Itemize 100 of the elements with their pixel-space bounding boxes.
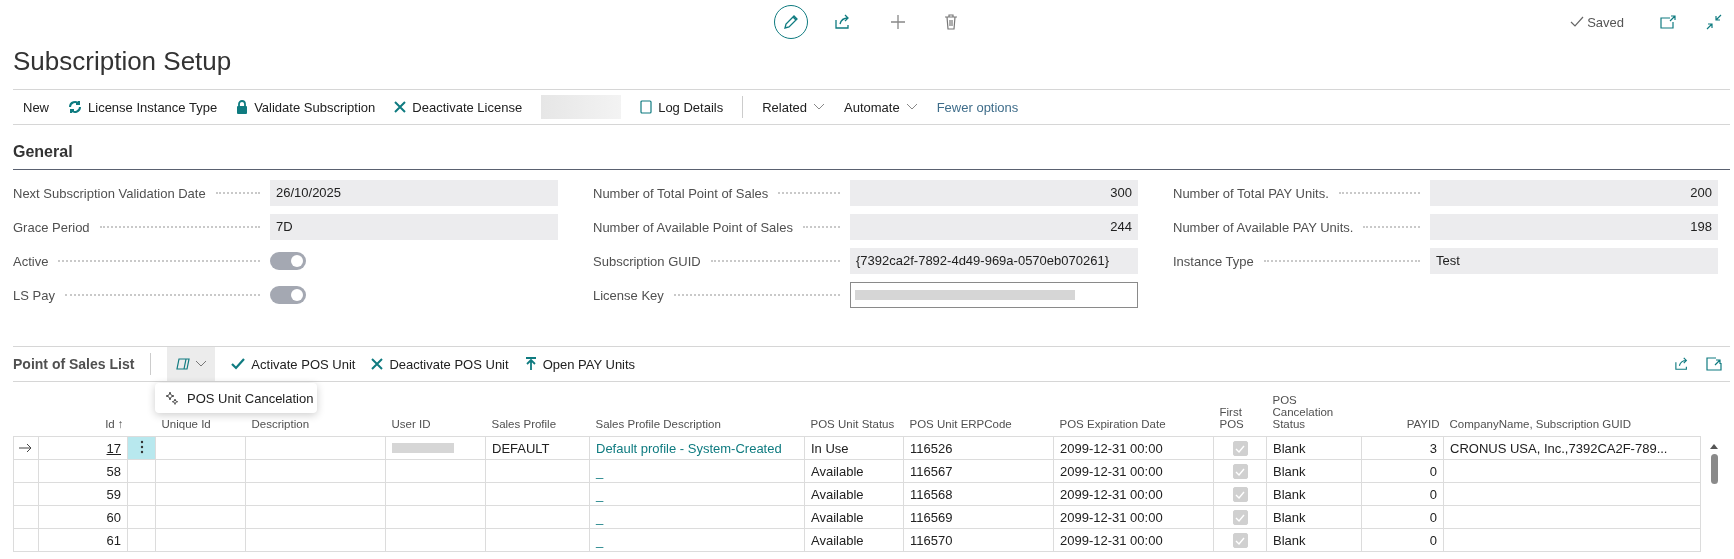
table-cell: Available — [811, 463, 864, 479]
field-label: LS Pay — [13, 287, 55, 303]
table-cell: Blank — [1273, 509, 1306, 525]
field-value: 200 — [1430, 180, 1718, 206]
table-cell: 3 — [1429, 440, 1437, 456]
table-cell: 116570 — [910, 532, 953, 548]
column-header[interactable]: POS Expiration Date — [1059, 418, 1166, 430]
table-cell: 116567 — [910, 463, 953, 479]
action-button[interactable]: Log Details — [640, 99, 724, 115]
collapse-icon[interactable] — [1706, 14, 1722, 30]
table-cell: 2099-12-31 00:00 — [1060, 440, 1163, 456]
action-button[interactable]: New — [23, 99, 49, 115]
check-icon — [1570, 16, 1585, 28]
table-cell: 59 — [106, 486, 121, 502]
pencil-icon — [782, 13, 800, 31]
layers-icon — [175, 357, 192, 371]
table-cell: 2099-12-31 00:00 — [1060, 463, 1163, 479]
field-label: Number of Available Point of Sales — [593, 219, 793, 235]
refresh-icon — [68, 100, 82, 114]
field-value: Test — [1430, 248, 1718, 274]
table-cell: 0 — [1429, 532, 1437, 548]
action-button[interactable]: Automate — [844, 99, 918, 115]
table-cell: 0 — [1429, 509, 1437, 525]
redacted-text — [392, 442, 454, 453]
delete-icon[interactable] — [944, 14, 958, 30]
copilot-menu-button[interactable] — [167, 347, 216, 381]
field-label: Number of Available PAY Units. — [1173, 219, 1354, 235]
scrollbar-thumb[interactable] — [1710, 454, 1718, 484]
table-cell: 60 — [106, 509, 121, 525]
column-header[interactable]: POS Unit Status — [810, 418, 895, 430]
table-cell: 2099-12-31 00:00 — [1060, 486, 1163, 502]
expand-icon[interactable] — [1706, 357, 1722, 371]
popout-icon[interactable] — [1660, 15, 1676, 29]
scroll-up-icon[interactable] — [1709, 442, 1719, 450]
table-link[interactable]: _ — [596, 532, 604, 548]
field-label: Number of Total Point of Sales — [593, 185, 769, 201]
menu-item[interactable]: POS Unit Cancelation — [155, 390, 314, 406]
table-cell: 61 — [106, 532, 121, 548]
field-value: 7D — [270, 214, 558, 240]
table-cell: Available — [811, 532, 864, 548]
action-button[interactable]: Validate Subscription — [236, 99, 376, 115]
table-link[interactable]: _ — [596, 486, 604, 502]
share-icon[interactable] — [1674, 357, 1690, 371]
field-label: Instance Type — [1173, 253, 1254, 269]
action-button[interactable]: Related — [762, 99, 825, 115]
action-button[interactable]: Deactivate License — [394, 99, 523, 115]
page-icon — [640, 100, 653, 114]
section-title: General — [13, 143, 1730, 170]
field-value: 26/10/2025 — [270, 180, 558, 206]
input-field[interactable] — [850, 282, 1138, 308]
chevron-down-icon — [905, 103, 918, 111]
column-header[interactable]: Description — [251, 418, 310, 430]
plus-icon[interactable] — [890, 14, 906, 30]
saved-status: Saved — [1570, 14, 1624, 30]
action-button[interactable]: Fewer options — [936, 99, 1019, 115]
column-header[interactable]: Id ↑ — [105, 418, 124, 430]
x-icon — [394, 101, 407, 113]
column-header[interactable]: Sales Profile — [491, 418, 557, 430]
column-header[interactable]: POS Unit ERPCode — [909, 418, 1012, 430]
action-button[interactable]: License Instance Type — [68, 99, 218, 115]
table-cell: In Use — [811, 440, 849, 456]
table-cell: Available — [811, 486, 864, 502]
table-cell: 2099-12-31 00:00 — [1060, 509, 1163, 525]
list-title: Point of Sales List — [13, 356, 135, 372]
field-label: License Key — [593, 287, 664, 303]
table-cell: Blank — [1273, 486, 1306, 502]
field-label: Next Subscription Validation Date — [13, 185, 206, 201]
more-options-icon[interactable] — [139, 439, 144, 454]
table-link[interactable]: _ — [596, 509, 604, 525]
table-cell: 116568 — [910, 486, 953, 502]
table-cell: 58 — [106, 463, 121, 479]
column-header[interactable]: Unique Id — [161, 418, 211, 430]
table-cell: Blank — [1273, 532, 1306, 548]
check-icon — [231, 358, 246, 370]
column-header[interactable]: User ID — [391, 418, 431, 430]
field-value: {7392ca2f-7892-4d49-969a-0570eb070261} — [850, 248, 1138, 274]
field-label: Grace Period — [13, 219, 90, 235]
action-button[interactable]: Open PAY Units — [524, 356, 636, 372]
field-label: Active — [13, 253, 49, 269]
action-button[interactable]: Activate POS Unit — [231, 356, 356, 372]
action-button[interactable]: Deactivate POS Unit — [371, 356, 509, 372]
table-link[interactable]: _ — [596, 463, 604, 479]
column-header[interactable]: POS Cancelation Status — [1272, 394, 1358, 430]
table-cell: Available — [811, 509, 864, 525]
lock-icon — [236, 100, 249, 114]
field-label: Number of Total PAY Units. — [1173, 185, 1329, 201]
upload-icon — [524, 357, 537, 371]
page-title: Subscription Setup — [13, 45, 233, 78]
table-cell: Blank — [1273, 440, 1306, 456]
share-icon[interactable] — [834, 14, 852, 30]
toggle-switch[interactable] — [270, 286, 306, 304]
current-row-arrow-icon — [18, 442, 32, 453]
column-header[interactable]: First POS — [1219, 406, 1263, 430]
chevron-down-icon — [813, 103, 825, 111]
column-header[interactable]: PAYID — [1406, 418, 1440, 430]
toggle-switch[interactable] — [270, 252, 306, 270]
sparkle-icon — [165, 391, 179, 405]
chevron-down-icon — [195, 360, 208, 368]
column-header[interactable]: Sales Profile Description — [595, 418, 721, 430]
column-header[interactable]: CompanyName, Subscription GUID — [1449, 418, 1631, 430]
